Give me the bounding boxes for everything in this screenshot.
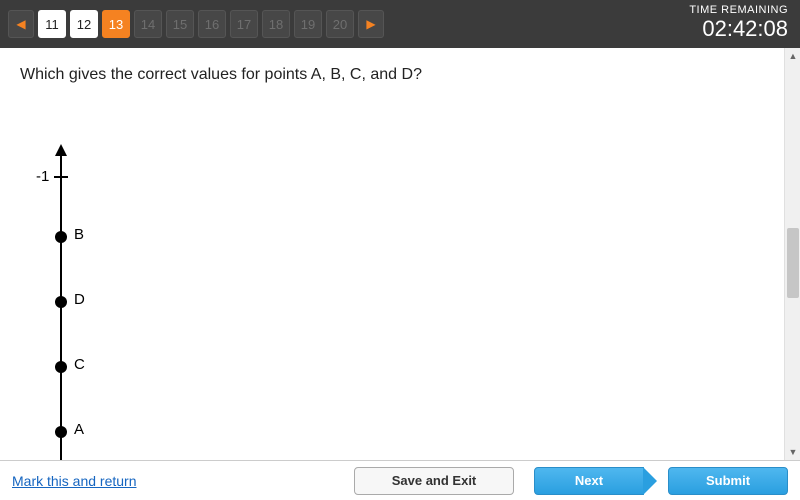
question-tab-12[interactable]: 12 xyxy=(70,10,98,38)
question-tab-11[interactable]: 11 xyxy=(38,10,66,38)
save-exit-button[interactable]: Save and Exit xyxy=(354,467,514,495)
bottom-bar: Mark this and return Save and Exit Next … xyxy=(0,460,800,500)
question-text: Which gives the correct values for point… xyxy=(20,66,764,84)
scroll-down-icon[interactable]: ▼ xyxy=(785,444,800,460)
point-label-b: B xyxy=(74,226,84,243)
scroll-up-icon[interactable]: ▲ xyxy=(785,48,800,64)
point-c xyxy=(55,361,67,373)
timer-label: TIME REMAINING xyxy=(689,4,788,16)
mark-return-link[interactable]: Mark this and return xyxy=(12,473,137,489)
question-content: Which gives the correct values for point… xyxy=(0,48,784,460)
prev-question-button[interactable]: ◀ xyxy=(8,10,34,38)
question-nav: ◀ 11121314151617181920 ▶ xyxy=(8,10,384,38)
tick-label-top: -1 xyxy=(36,168,49,185)
point-label-c: C xyxy=(74,356,85,373)
next-button[interactable]: Next xyxy=(534,467,644,495)
scroll-thumb[interactable] xyxy=(787,228,799,298)
tick-top xyxy=(54,176,68,178)
question-tab-17[interactable]: 17 xyxy=(230,10,258,38)
question-tab-19[interactable]: 19 xyxy=(294,10,322,38)
question-tab-20[interactable]: 20 xyxy=(326,10,354,38)
question-tab-13[interactable]: 13 xyxy=(102,10,130,38)
chevron-right-icon: ▶ xyxy=(366,17,375,31)
point-b xyxy=(55,231,67,243)
question-tab-18[interactable]: 18 xyxy=(262,10,290,38)
question-tab-16[interactable]: 16 xyxy=(198,10,226,38)
next-question-button[interactable]: ▶ xyxy=(358,10,384,38)
scrollbar[interactable]: ▲ ▼ xyxy=(784,48,800,460)
top-nav-bar: ◀ 11121314151617181920 ▶ TIME REMAINING … xyxy=(0,0,800,48)
point-d xyxy=(55,296,67,308)
point-label-d: D xyxy=(74,291,85,308)
timer-value: 02:42:08 xyxy=(689,16,788,42)
submit-button[interactable]: Submit xyxy=(668,467,788,495)
question-tab-15[interactable]: 15 xyxy=(166,10,194,38)
point-a xyxy=(55,426,67,438)
chevron-left-icon: ◀ xyxy=(16,17,25,31)
question-tab-14[interactable]: 14 xyxy=(134,10,162,38)
timer: TIME REMAINING 02:42:08 xyxy=(689,4,788,42)
point-label-a: A xyxy=(74,421,84,438)
number-line: -1 B D C A -2 xyxy=(60,146,140,460)
